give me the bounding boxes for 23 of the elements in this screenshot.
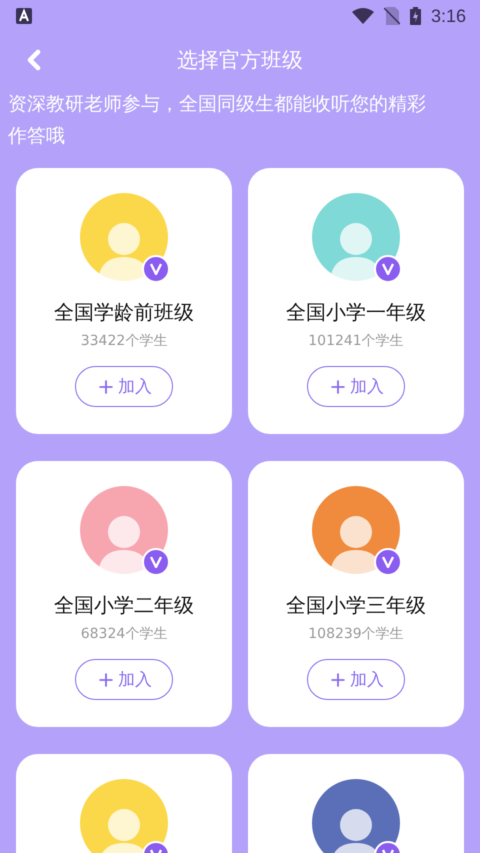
page-title: 选择官方班级 — [177, 47, 303, 74]
class-name: 全国小学二年级 — [54, 592, 194, 619]
class-name: 全国小学三年级 — [286, 592, 426, 619]
student-count: 68324个学生 — [80, 625, 168, 643]
status-time: 3:16 — [430, 6, 466, 26]
no-sim-icon — [384, 7, 400, 25]
class-card[interactable]: 全国小学三年级 108239个学生 加入 — [248, 461, 464, 727]
app-notification-icon — [16, 8, 32, 24]
wifi-icon — [352, 8, 374, 24]
join-button[interactable]: 加入 — [307, 366, 405, 407]
class-card[interactable]: 全国小学一年级 101241个学生 加入 — [248, 168, 464, 434]
student-count: 33422个学生 — [80, 332, 168, 350]
class-name: 全国学龄前班级 — [54, 299, 194, 326]
battery-charging-icon — [410, 7, 421, 25]
class-card[interactable]: 全国小学二年级 68324个学生 加入 — [16, 461, 232, 727]
join-button[interactable]: 加入 — [307, 659, 405, 700]
join-button[interactable]: 加入 — [75, 659, 173, 700]
class-card[interactable]: 全国学龄前班级 33422个学生 加入 — [16, 168, 232, 434]
class-name: 全国小学一年级 — [286, 299, 426, 326]
join-button[interactable]: 加入 — [75, 366, 173, 407]
page-description: 资深教研老师参与，全国同级生都能收听您的精彩作答哦 — [7, 92, 427, 149]
student-count: 101241个学生 — [308, 332, 404, 350]
student-count: 108239个学生 — [308, 625, 404, 643]
